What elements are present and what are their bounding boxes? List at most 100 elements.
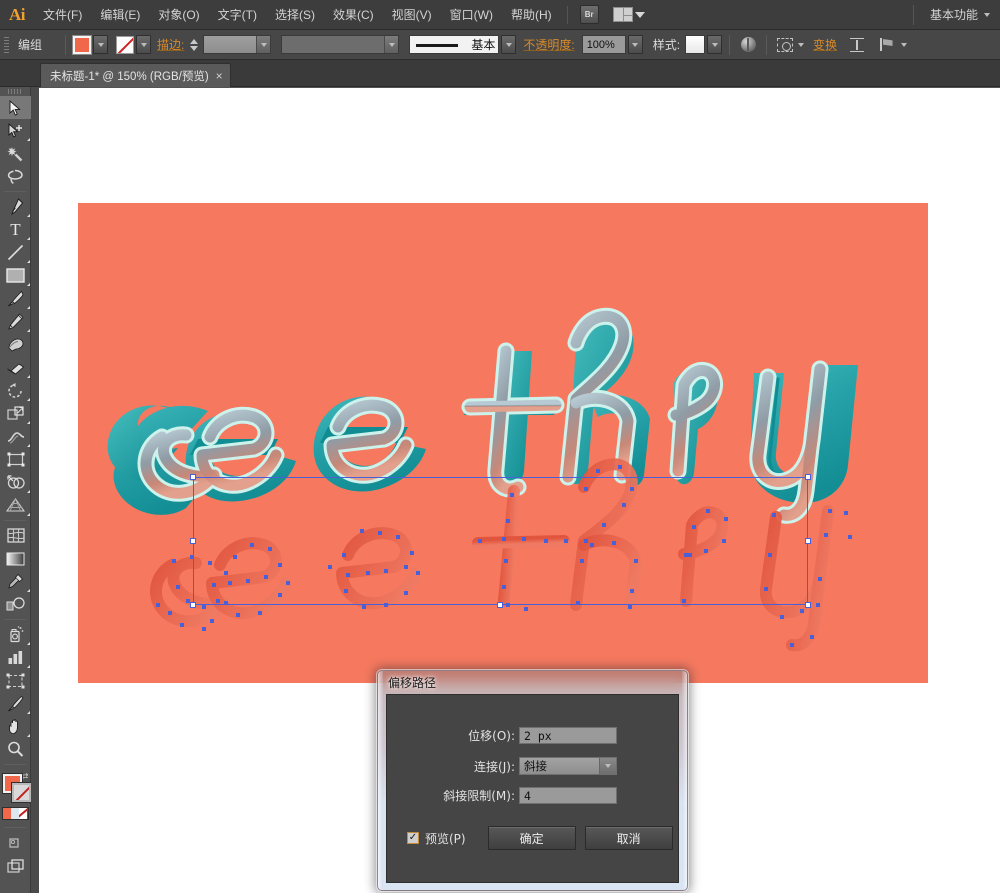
color-mode-strip[interactable] [1, 807, 29, 820]
mesh-tool[interactable] [0, 524, 31, 547]
chevron-down-icon[interactable] [256, 36, 271, 53]
stroke-weight-combo[interactable] [203, 35, 272, 54]
vertical-ruler[interactable] [31, 87, 39, 893]
preview-checkbox[interactable]: ✓ [407, 832, 419, 844]
transform-label[interactable]: 变换 [804, 36, 846, 53]
fill-color-control[interactable] [72, 34, 108, 55]
document-tab[interactable]: 未标题-1* @ 150% (RGB/预览) × [40, 63, 231, 87]
menu-object[interactable]: 对象(O) [149, 0, 208, 30]
swap-fill-stroke-icon[interactable]: ⇄ [21, 772, 30, 781]
shape-builder-tool[interactable] [0, 471, 31, 494]
eyedropper-tool[interactable] [0, 570, 31, 593]
screen-mode-tool[interactable] [0, 831, 31, 854]
chevron-down-icon[interactable] [599, 758, 616, 774]
stroke-weight-stepper[interactable] [190, 36, 202, 54]
ok-button[interactable]: 确定 [487, 826, 576, 850]
gradient-tool[interactable] [0, 547, 31, 570]
opacity-label[interactable]: 不透明度: [516, 36, 581, 53]
cancel-button[interactable]: 取消 [584, 826, 673, 850]
line-segment-tool[interactable] [0, 241, 31, 264]
stroke-color-swatch-none-icon[interactable] [11, 782, 32, 803]
menu-select[interactable]: 选择(S) [266, 0, 324, 30]
direct-selection-tool[interactable] [0, 119, 31, 142]
draw-mode-caret[interactable] [901, 42, 908, 47]
illustrator-window: Ai 文件(F) 编辑(E) 对象(O) 文字(T) 选择(S) 效果(C) 视… [0, 0, 1000, 893]
stroke-weight-label[interactable]: 描边: [151, 36, 190, 53]
style-dropdown-button[interactable] [707, 35, 723, 54]
opacity-dropdown-button[interactable] [627, 35, 643, 54]
brush-dropdown-button[interactable] [501, 35, 517, 54]
fill-stroke-indicator[interactable]: ⇄ [0, 772, 32, 804]
control-panel: 编组 描边: 基本 不透明度: 100% 样式: 变换 [0, 30, 1000, 60]
fill-dropdown-button[interactable] [93, 35, 108, 54]
stroke-profile-combo[interactable] [281, 35, 400, 54]
menu-view[interactable]: 视图(V) [383, 0, 441, 30]
stroke-color-control[interactable] [116, 35, 151, 54]
magic-wand-tool[interactable] [0, 142, 31, 165]
dialog-left-edge [378, 671, 383, 890]
close-icon[interactable]: × [216, 70, 223, 82]
selection-tool[interactable] [0, 96, 31, 119]
graphic-style-swatch[interactable] [685, 35, 706, 54]
rectangle-tool[interactable] [0, 264, 31, 287]
scale-tool[interactable] [0, 402, 31, 425]
blob-brush-tool[interactable] [0, 333, 31, 356]
slice-tool[interactable] [0, 692, 31, 715]
width-tool[interactable] [0, 425, 31, 448]
fill-stroke-controls: ⇄ [0, 768, 32, 820]
stroke-swatch-none-icon[interactable] [116, 35, 134, 54]
zoom-tool[interactable] [0, 738, 31, 761]
eraser-tool[interactable] [0, 356, 31, 379]
opacity-appearance-icon[interactable] [737, 34, 759, 56]
tools-divider [4, 827, 26, 828]
pencil-tool[interactable] [0, 310, 31, 333]
paintbrush-tool[interactable] [0, 287, 31, 310]
chevron-down-icon[interactable] [384, 36, 399, 53]
artwork-3d-text[interactable] [78, 203, 928, 683]
perspective-grid-tool[interactable] [0, 494, 31, 517]
color-button[interactable] [2, 808, 11, 819]
draw-mode-icon[interactable] [876, 34, 898, 56]
miter-limit-input[interactable]: 4 [519, 787, 617, 804]
lasso-tool[interactable] [0, 165, 31, 188]
menu-type[interactable]: 文字(T) [209, 0, 266, 30]
workspace-switcher[interactable]: 基本功能 [912, 4, 1000, 25]
arrange-documents-button[interactable] [612, 7, 645, 22]
style-label: 样式: [652, 38, 681, 52]
offset-path-dialog[interactable]: 偏移路径 位移(O): 2 px 连接(J): 斜接 斜接限制(M): 4 ✓ … [377, 670, 688, 891]
join-select[interactable]: 斜接 [519, 757, 617, 775]
symbol-sprayer-tool[interactable] [0, 623, 31, 646]
document-tab-title: 未标题-1* @ 150% (RGB/预览) [50, 70, 209, 83]
menu-file[interactable]: 文件(F) [34, 0, 91, 30]
menu-edit[interactable]: 编辑(E) [91, 0, 149, 30]
hand-tool[interactable] [0, 715, 31, 738]
tools-divider [4, 520, 26, 521]
dialog-footer: ✓ 预览(P) 确定 取消 [407, 826, 673, 850]
brush-definition-combo[interactable]: 基本 [409, 35, 500, 54]
change-screen-mode-tool[interactable] [0, 854, 31, 877]
menu-help[interactable]: 帮助(H) [502, 0, 561, 30]
free-transform-tool[interactable] [0, 448, 31, 471]
pen-tool[interactable] [0, 195, 31, 218]
align-icon[interactable] [774, 34, 796, 56]
menu-window[interactable]: 窗口(W) [441, 0, 502, 30]
offset-value-input[interactable]: 2 px [519, 727, 617, 744]
arrange-grid-icon [612, 7, 633, 22]
bridge-icon[interactable]: Br [579, 5, 599, 24]
divider [729, 34, 731, 55]
fill-swatch[interactable] [72, 34, 92, 55]
tools-panel-grip[interactable] [0, 87, 30, 96]
stroke-dropdown-button[interactable] [136, 35, 151, 54]
none-button-icon[interactable] [19, 808, 28, 819]
isolate-group-icon[interactable] [846, 34, 868, 56]
type-tool[interactable]: T [0, 218, 31, 241]
artboard-tool[interactable] [0, 669, 31, 692]
blend-tool[interactable] [0, 593, 31, 616]
opacity-input[interactable]: 100% [581, 35, 626, 54]
column-graph-tool[interactable] [0, 646, 31, 669]
rotate-tool[interactable] [0, 379, 31, 402]
menu-effect[interactable]: 效果(C) [324, 0, 383, 30]
panel-grip[interactable] [0, 30, 12, 60]
gradient-button[interactable] [10, 808, 20, 819]
artboard[interactable] [78, 203, 928, 683]
